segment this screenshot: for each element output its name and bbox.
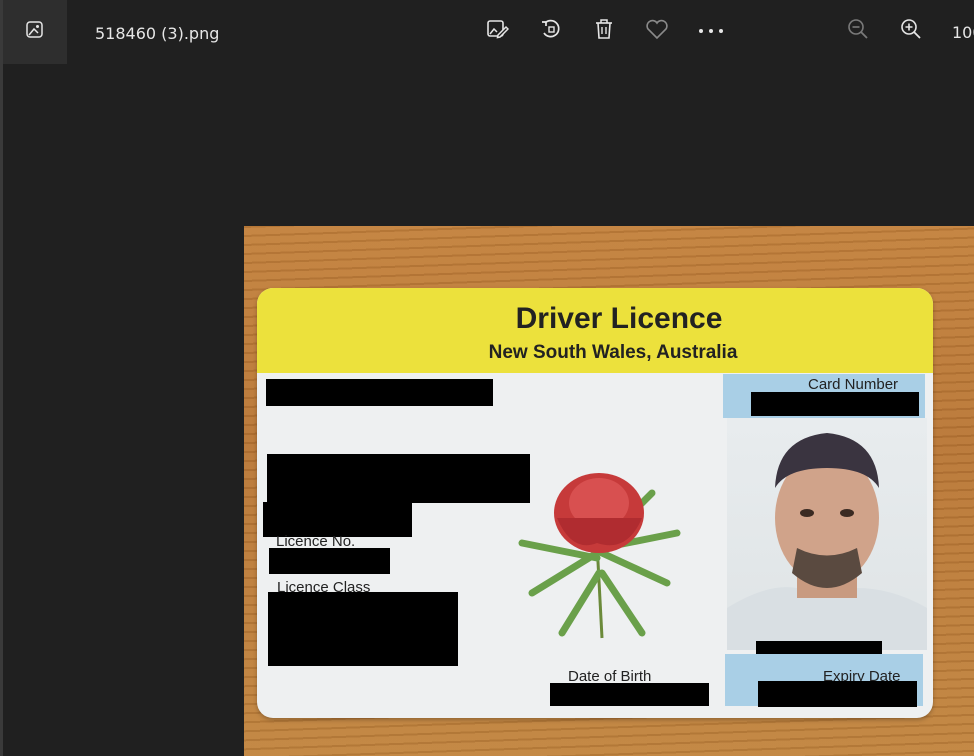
photos-app-icon [25, 20, 45, 45]
card-title: Driver Licence [515, 302, 723, 335]
photo-portrait [727, 418, 927, 650]
rotate-button[interactable] [538, 18, 564, 44]
displayed-photo[interactable]: Driver Licence New South Wales, Australi… [244, 226, 974, 756]
zoom-out-button[interactable] [845, 18, 871, 44]
photos-app-button[interactable] [3, 0, 67, 64]
more-icon [698, 22, 724, 40]
licence-card: Driver Licence New South Wales, Australi… [257, 288, 933, 718]
zoom-in-button[interactable] [898, 18, 924, 44]
zoom-level[interactable]: 100% [952, 23, 974, 42]
redaction-licence-no [269, 548, 390, 574]
file-name: 518460 (3).png [95, 24, 220, 43]
card-subtitle: New South Wales, Australia [488, 342, 738, 363]
rotate-icon [539, 17, 563, 46]
redaction-date-of-birth [550, 683, 709, 706]
edit-image-button[interactable] [484, 18, 510, 44]
delete-button[interactable] [591, 18, 617, 44]
redaction-name [266, 379, 493, 406]
favorite-icon [645, 18, 669, 45]
edit-image-icon [485, 17, 510, 46]
delete-icon [593, 17, 615, 46]
zoom-in-icon [900, 18, 922, 45]
card-number-label: Card Number [808, 376, 899, 393]
redaction-address [267, 454, 530, 503]
redaction-licence-class [268, 592, 458, 666]
favorite-button[interactable] [644, 18, 670, 44]
more-button[interactable] [698, 18, 724, 44]
redaction-expiry-date [758, 681, 917, 707]
redaction-address-2 [263, 502, 412, 537]
waratah-flower-image [502, 433, 692, 643]
redaction-card-number [751, 392, 919, 416]
zoom-out-icon [847, 18, 869, 45]
